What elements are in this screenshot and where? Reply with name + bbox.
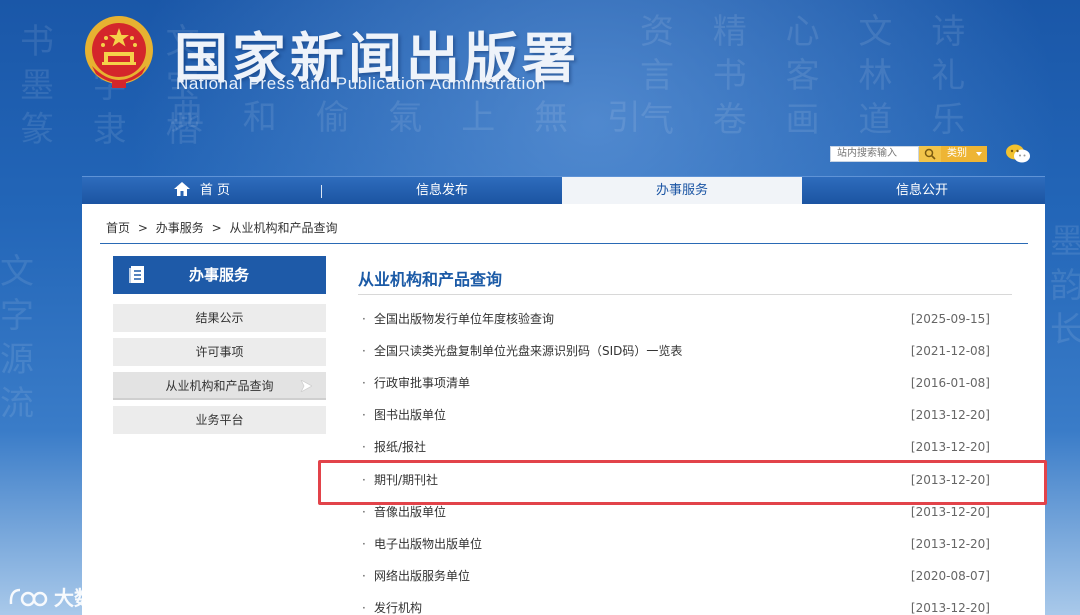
site-subtitle: National Press and Publication Administr… bbox=[176, 74, 547, 93]
watermark-logo-icon bbox=[9, 588, 48, 606]
list-item-link[interactable]: 网络出版服务单位 bbox=[374, 566, 470, 586]
list-item-date: [2020-08-07] bbox=[910, 569, 990, 583]
category-dropdown[interactable]: 类别 bbox=[941, 146, 987, 162]
bullet: · bbox=[362, 601, 366, 615]
sidebar-item-query[interactable]: 从业机构和产品查询 bbox=[113, 372, 326, 400]
sidebar-item-label: 许可事项 bbox=[195, 345, 244, 359]
list-item-date: [2025-09-15] bbox=[910, 312, 990, 326]
bullet: · bbox=[362, 505, 366, 519]
document-icon bbox=[129, 266, 144, 283]
breadcrumb: 首页 > 办事服务 > 从业机构和产品查询 bbox=[106, 219, 341, 236]
divider bbox=[100, 243, 1028, 244]
list-item-date: [2013-12-20] bbox=[910, 601, 990, 615]
nav-item-disclosure[interactable]: 信息公开 bbox=[802, 177, 1042, 205]
search-input[interactable]: 站内搜索输入 bbox=[830, 146, 919, 162]
calligraphy-decoration: 墨 韵 长 bbox=[1050, 220, 1080, 352]
wechat-icon[interactable] bbox=[1005, 143, 1031, 165]
nav-item-news[interactable]: 信息发布 bbox=[322, 177, 562, 205]
content-panel: 首页 > 办事服务 > 从业机构和产品查询 办事服务 结果公示 许可事项 从业机… bbox=[82, 204, 1045, 615]
category-label: 类别 bbox=[947, 148, 967, 159]
list-item-link[interactable]: 行政审批事项清单 bbox=[374, 373, 470, 393]
nav-item-label: 首 页 bbox=[199, 183, 231, 198]
list-item[interactable]: · 行政审批事项清单 [2016-01-08] bbox=[358, 373, 990, 393]
list-item-date: [2016-01-08] bbox=[910, 376, 990, 390]
list-item-date: [2013-12-20] bbox=[910, 537, 990, 551]
sidebar-heading-label: 办事服务 bbox=[189, 266, 250, 284]
nav-item-label: 信息发布 bbox=[415, 183, 468, 198]
breadcrumb-link-services[interactable]: 办事服务 bbox=[156, 221, 204, 235]
main-nav: 首 页 信息发布 办事服务 信息公开 bbox=[82, 176, 1045, 205]
nav-item-services[interactable]: 办事服务 bbox=[562, 177, 802, 205]
divider bbox=[358, 294, 1012, 295]
bullet: · bbox=[362, 440, 366, 454]
search-icon bbox=[924, 148, 936, 160]
sidebar-item-label: 业务平台 bbox=[195, 413, 244, 427]
list-item-date: [2013-12-20] bbox=[910, 408, 990, 422]
list-item-link[interactable]: 报纸/报社 bbox=[374, 437, 426, 457]
sidebar-item-label: 结果公示 bbox=[195, 311, 244, 325]
sidebar-item-results[interactable]: 结果公示 bbox=[113, 304, 326, 332]
list-item-date: [2013-12-20] bbox=[910, 505, 990, 519]
list-item[interactable]: · 音像出版单位 [2013-12-20] bbox=[358, 502, 990, 522]
list-item-link[interactable]: 发行机构 bbox=[374, 598, 422, 615]
chevron-right-icon bbox=[300, 380, 312, 392]
bullet: · bbox=[362, 537, 366, 551]
list-item[interactable]: · 发行机构 [2013-12-20] bbox=[358, 598, 990, 615]
calligraphy-decoration: 文 字 源 流 bbox=[0, 252, 48, 424]
list-item-date: [2013-12-20] bbox=[910, 440, 990, 454]
list-item[interactable]: · 网络出版服务单位 [2020-08-07] bbox=[358, 566, 990, 586]
bullet: · bbox=[362, 408, 366, 422]
watermark-text: 大数跨境 bbox=[54, 586, 134, 610]
breadcrumb-separator: > bbox=[137, 221, 148, 235]
bullet: · bbox=[362, 344, 366, 358]
nav-item-label: 信息公开 bbox=[895, 183, 948, 198]
home-icon bbox=[173, 182, 190, 196]
list-item[interactable]: · 报纸/报社 [2013-12-20] bbox=[358, 437, 990, 457]
breadcrumb-current: 从业机构和产品查询 bbox=[229, 221, 338, 235]
sidebar-item-permits[interactable]: 许可事项 bbox=[113, 338, 326, 366]
nav-item-home[interactable]: 首 页 bbox=[82, 177, 322, 205]
list-item[interactable]: · 图书出版单位 [2013-12-20] bbox=[358, 405, 990, 425]
calligraphy-decoration: 典 和 偷 氣 上 無 引 bbox=[170, 98, 655, 138]
breadcrumb-separator: > bbox=[211, 221, 222, 235]
list-item[interactable]: · 全国只读类光盘复制单位光盘来源识别码（SID码）一览表 [2021-12-0… bbox=[358, 341, 990, 361]
list-item[interactable]: · 电子出版物出版单位 [2013-12-20] bbox=[358, 534, 990, 554]
list-item[interactable]: · 全国出版物发行单位年度核验查询 [2025-09-15] bbox=[358, 309, 990, 329]
sidebar-item-platform[interactable]: 业务平台 bbox=[113, 406, 326, 434]
calligraphy-decoration: 资 精 心 文 诗 言 书 客 林 礼 气 卷 画 道 乐 bbox=[640, 12, 980, 140]
chevron-down-icon bbox=[976, 152, 982, 156]
search-button[interactable] bbox=[919, 146, 941, 162]
list-item-link[interactable]: 图书出版单位 bbox=[374, 405, 446, 425]
highlight-box bbox=[318, 460, 1047, 505]
bullet: · bbox=[362, 312, 366, 326]
list-item-link[interactable]: 全国出版物发行单位年度核验查询 bbox=[374, 309, 554, 329]
list-item-link[interactable]: 音像出版单位 bbox=[374, 502, 446, 522]
watermark: 大数跨境 bbox=[8, 582, 134, 611]
section-title: 从业机构和产品查询 bbox=[358, 270, 503, 289]
bullet: · bbox=[362, 569, 366, 583]
national-emblem-icon bbox=[85, 16, 153, 88]
sidebar-heading: 办事服务 bbox=[113, 256, 326, 294]
breadcrumb-link-home[interactable]: 首页 bbox=[106, 221, 130, 235]
list-item-link[interactable]: 电子出版物出版单位 bbox=[374, 534, 482, 554]
list-item-link[interactable]: 全国只读类光盘复制单位光盘来源识别码（SID码）一览表 bbox=[374, 341, 682, 361]
bullet: · bbox=[362, 376, 366, 390]
sidebar-item-label: 从业机构和产品查询 bbox=[165, 379, 274, 393]
list-item-date: [2021-12-08] bbox=[910, 344, 990, 358]
nav-item-label: 办事服务 bbox=[655, 183, 708, 198]
